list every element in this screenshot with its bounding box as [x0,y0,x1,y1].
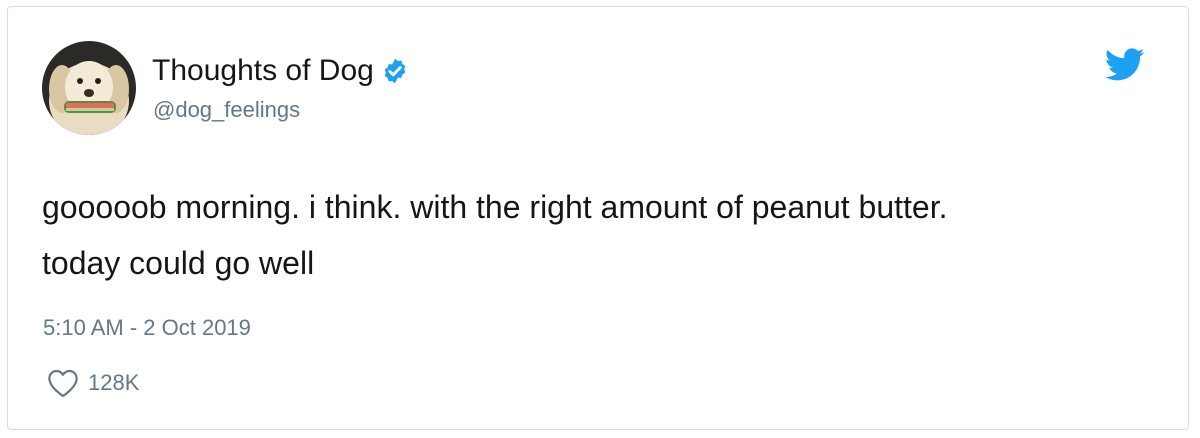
like-button[interactable]: 128K [46,366,139,400]
author-display-name[interactable]: Thoughts of Dog [152,53,374,89]
author-handle[interactable]: @dog_feelings [153,97,300,123]
tweet-text: gooooob morning. i think. with the right… [42,179,1162,291]
dog-avatar-icon [42,41,136,135]
tweet-text-line: gooooob morning. i think. with the right… [42,189,948,225]
like-count: 128K [88,370,140,395]
verified-badge-icon [381,57,409,85]
tweet-timestamp[interactable]: 5:10 AM - 2 Oct 2019 [43,315,251,341]
twitter-bird-icon[interactable] [1104,48,1145,82]
tweet-text-line: today could go well [42,245,315,281]
author-name-row[interactable]: Thoughts of Dog [152,53,409,89]
avatar[interactable] [42,41,136,135]
heart-outline-icon[interactable] [46,368,80,398]
tweet-card: Thoughts of Dog @dog_feelings gooooob mo… [7,6,1189,430]
